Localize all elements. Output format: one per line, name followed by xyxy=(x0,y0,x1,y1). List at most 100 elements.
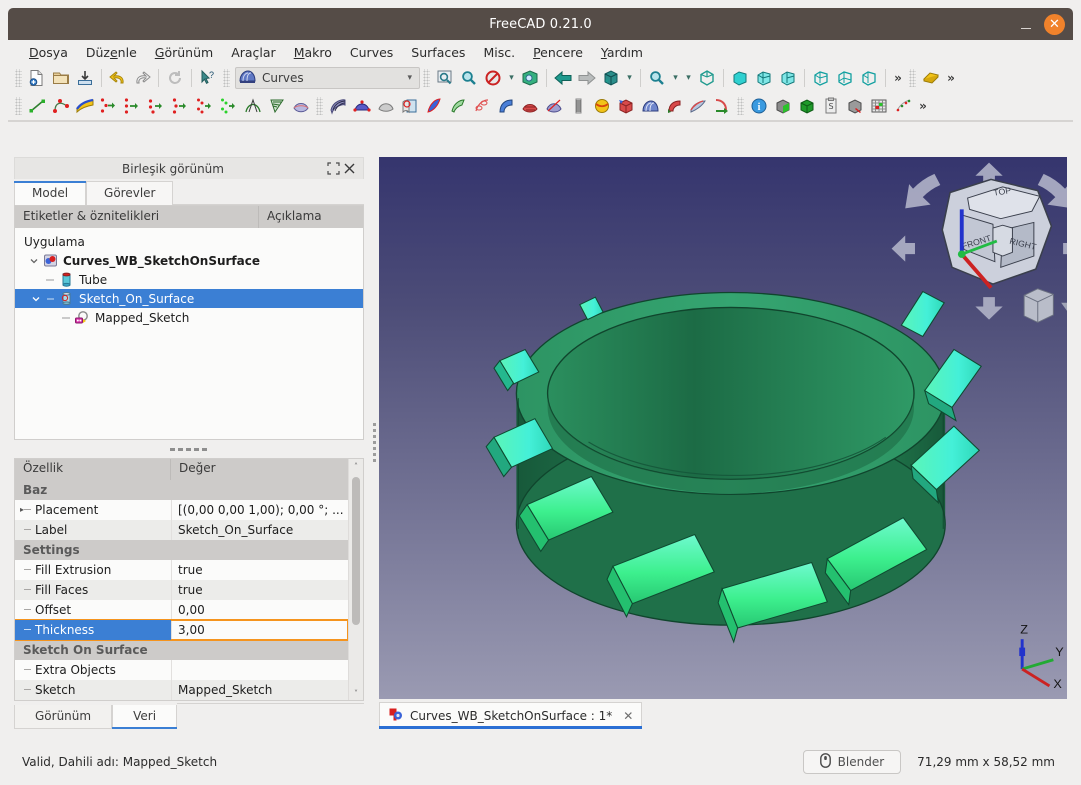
toolbar-overflow-button[interactable]: » xyxy=(915,94,931,118)
panel-splitter[interactable] xyxy=(14,440,364,458)
segment-surface-icon[interactable] xyxy=(710,94,734,118)
reflect-lines-icon[interactable] xyxy=(542,94,566,118)
shape-info-icon[interactable] xyxy=(771,94,795,118)
compound-icon[interactable] xyxy=(843,94,867,118)
pipeshell-profile-icon[interactable] xyxy=(470,94,494,118)
curve-extend-icon[interactable] xyxy=(217,94,241,118)
property-row-placement[interactable]: ▸ Placement [(0,00 0,00 1,00); 0,00 °; .… xyxy=(15,500,348,520)
3d-scene[interactable]: TOP FRONT RIGHT Z Y X xyxy=(379,157,1067,699)
flatten-face-icon[interactable] xyxy=(374,94,398,118)
menu-makro[interactable]: Makro xyxy=(285,43,341,62)
workbench-selector[interactable]: Curves ▾ xyxy=(235,67,420,89)
property-value[interactable]: true xyxy=(171,560,348,580)
grid-icon[interactable] xyxy=(867,94,891,118)
menu-pencere[interactable]: Pencere xyxy=(524,43,592,62)
scroll-thumb[interactable] xyxy=(352,477,360,625)
mixed-curve-icon[interactable] xyxy=(686,94,710,118)
menu-curves[interactable]: Curves xyxy=(341,43,402,62)
tab-veri[interactable]: Veri xyxy=(112,705,178,729)
chevron-down-icon[interactable]: ▾ xyxy=(505,66,518,90)
tree-item-mapped-sketch[interactable]: Mapped_Sketch xyxy=(15,308,363,327)
new-document-icon[interactable] xyxy=(25,66,49,90)
menu-duzenle[interactable]: Düzenle xyxy=(77,43,146,62)
tab-gorunum[interactable]: Görünüm xyxy=(14,705,113,729)
surface-trim-icon[interactable] xyxy=(518,94,542,118)
isometric-icon[interactable] xyxy=(695,66,719,90)
property-value[interactable]: 0,00 xyxy=(171,600,348,620)
scroll-down-button[interactable]: ˅ xyxy=(349,686,363,700)
toolbar-grip[interactable] xyxy=(316,97,323,115)
sublink-icon[interactable] xyxy=(422,94,446,118)
parametric-blend-icon[interactable] xyxy=(193,94,217,118)
toolbar-grip[interactable] xyxy=(223,69,230,87)
property-row-fill-extrusion[interactable]: Fill Extrusion true xyxy=(15,560,348,580)
close-button[interactable]: ✕ xyxy=(1044,13,1065,35)
chevron-down-icon[interactable]: ▾ xyxy=(682,66,695,90)
toolbar-overflow-button[interactable]: » xyxy=(890,66,906,90)
redo-icon[interactable] xyxy=(130,66,154,90)
3d-viewport[interactable]: TOP FRONT RIGHT Z Y X xyxy=(379,157,1067,699)
toolbar-grip[interactable] xyxy=(15,69,22,87)
menu-yardim[interactable]: Yardım xyxy=(592,43,652,62)
minimize-button[interactable] xyxy=(1018,16,1034,32)
info-icon[interactable]: i xyxy=(747,94,771,118)
navigation-style-button[interactable]: Blender xyxy=(802,750,902,774)
interpolate-icon[interactable] xyxy=(169,94,193,118)
tab-model[interactable]: Model xyxy=(14,181,87,205)
vertical-splitter[interactable] xyxy=(370,157,379,729)
toolbar-grip[interactable] xyxy=(737,97,744,115)
sweep2rails-icon[interactable] xyxy=(494,94,518,118)
editable-spline-icon[interactable] xyxy=(73,94,97,118)
rear-view-icon[interactable] xyxy=(809,66,833,90)
property-value[interactable]: [(0,00 0,00 1,00); 0,00 °; ... xyxy=(171,500,348,520)
property-row-offset[interactable]: Offset 0,00 xyxy=(15,600,348,620)
pipe-icon[interactable] xyxy=(662,94,686,118)
zebra-icon[interactable] xyxy=(566,94,590,118)
property-row-sketch[interactable]: Sketch Mapped_Sketch xyxy=(15,680,348,700)
chevron-down-icon[interactable]: ▾ xyxy=(407,73,416,83)
point-cloud-icon[interactable] xyxy=(891,94,915,118)
tree-item-document[interactable]: Curves_WB_SketchOnSurface xyxy=(15,251,363,270)
model-tree[interactable]: Etiketler & öznitelikleri Açıklama Uygul… xyxy=(14,205,364,440)
property-value[interactable]: Mapped_Sketch xyxy=(171,680,348,700)
property-value[interactable]: Sketch_On_Surface xyxy=(171,520,348,540)
toolbar-grip[interactable] xyxy=(423,69,430,87)
clipboard-icon[interactable]: S xyxy=(819,94,843,118)
isocurves-icon[interactable] xyxy=(326,94,350,118)
chevron-down-icon[interactable]: ▾ xyxy=(623,66,636,90)
open-folder-icon[interactable] xyxy=(49,66,73,90)
property-row-fill-faces[interactable]: Fill Faces true xyxy=(15,580,348,600)
undock-icon[interactable] xyxy=(325,161,341,177)
property-scrollbar[interactable]: ˄ ˅ xyxy=(348,459,363,700)
discretize-icon[interactable] xyxy=(121,94,145,118)
menu-misc[interactable]: Misc. xyxy=(474,43,524,62)
solid-green-icon[interactable] xyxy=(795,94,819,118)
scroll-up-button[interactable]: ˄ xyxy=(349,459,363,473)
toolbar-grip[interactable] xyxy=(909,69,916,87)
whats-this-icon[interactable]: ? xyxy=(196,66,220,90)
tree-item-sketch-on-surface[interactable]: Sketch_On_Surface xyxy=(15,289,363,308)
tab-gorevler[interactable]: Görevler xyxy=(86,181,174,205)
std-view-icon[interactable] xyxy=(599,66,623,90)
chevron-down-icon[interactable] xyxy=(29,292,43,306)
sketch-on-surface-icon[interactable] xyxy=(398,94,422,118)
right-view-icon[interactable] xyxy=(776,66,800,90)
front-view-icon[interactable] xyxy=(728,66,752,90)
draw-style-icon[interactable] xyxy=(481,66,505,90)
pipeshell-icon[interactable] xyxy=(446,94,470,118)
property-value-thickness[interactable]: 3,00 xyxy=(171,620,348,640)
back-arrow-icon[interactable] xyxy=(551,66,575,90)
top-view-icon[interactable] xyxy=(752,66,776,90)
line-icon[interactable] xyxy=(25,94,49,118)
property-row-label[interactable]: Label Sketch_On_Surface xyxy=(15,520,348,540)
toolbar-grip[interactable] xyxy=(15,97,22,115)
curves-icon[interactable] xyxy=(638,94,662,118)
chevron-down-icon[interactable]: ▾ xyxy=(669,66,682,90)
property-value[interactable]: true xyxy=(171,580,348,600)
save-icon[interactable] xyxy=(73,66,97,90)
tree-item-tube[interactable]: Tube xyxy=(15,270,363,289)
toolbar-overflow-button[interactable]: » xyxy=(943,66,959,90)
curve-on-mesh-icon[interactable] xyxy=(241,94,265,118)
profile-support-icon[interactable] xyxy=(350,94,374,118)
menu-araclar[interactable]: Araçlar xyxy=(222,43,285,62)
